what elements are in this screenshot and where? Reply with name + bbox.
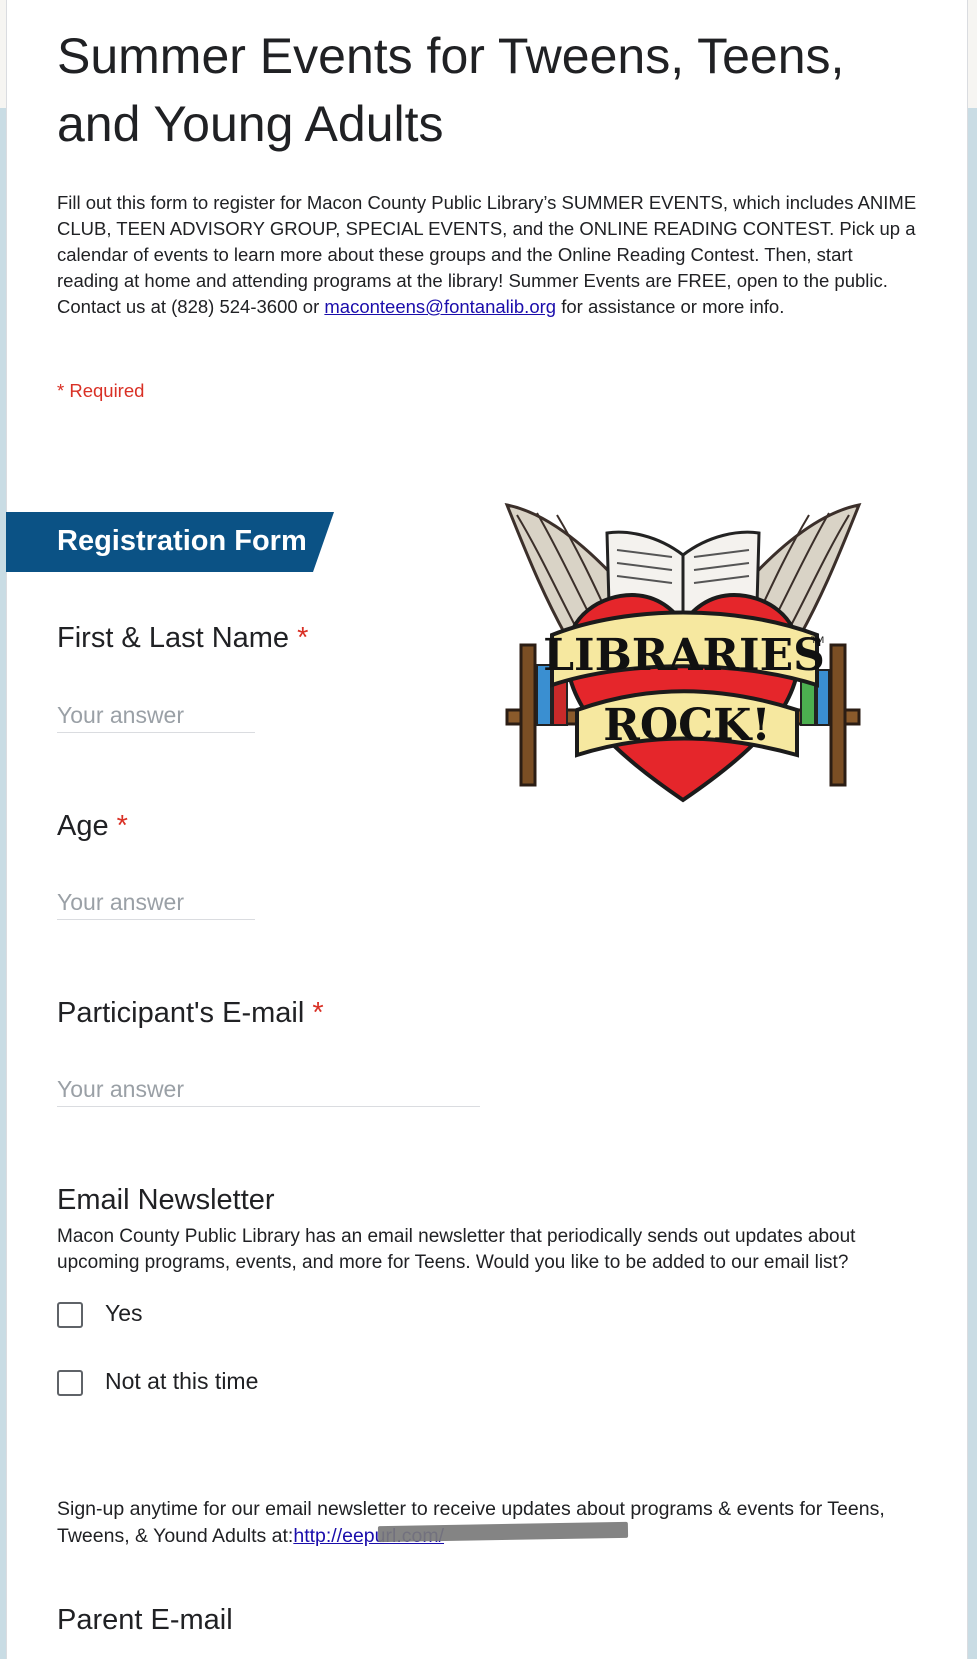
checkbox[interactable] — [57, 1302, 83, 1328]
form-title: Summer Events for Tweens, Teens, and You… — [57, 28, 845, 152]
description-text-end: for assistance or more info. — [556, 296, 785, 317]
required-star: * — [312, 997, 324, 1029]
question-parent-email-title: Parent E-mail — [57, 1604, 233, 1636]
age-input[interactable] — [57, 885, 255, 920]
question-newsletter-help: Macon County Public Library has an email… — [57, 1226, 856, 1273]
question-name-label: First & Last Name — [57, 622, 290, 654]
question-email-label: Participant's E-mail — [57, 997, 305, 1029]
option-label: Yes — [105, 1300, 143, 1326]
participant-email-input[interactable] — [57, 1072, 480, 1107]
section-title: Registration Form — [57, 525, 307, 557]
question-name-title: First & Last Name * — [57, 622, 308, 655]
required-note: * Required — [57, 380, 145, 401]
question-age-label: Age — [57, 810, 109, 842]
option-label: Not at this time — [105, 1368, 259, 1394]
newsletter-option-yes[interactable]: Yes — [57, 1300, 257, 1334]
required-star: * — [297, 622, 309, 654]
question-newsletter-title: Email Newsletter — [57, 1184, 275, 1216]
section-banner: Registration Form — [6, 512, 334, 572]
checkbox[interactable] — [57, 1370, 83, 1396]
libraries-rock-logo: LIBRARIES ROCK! TM — [497, 495, 869, 818]
form-description: Fill out this form to register for Macon… — [57, 190, 917, 320]
logo-trademark: TM — [810, 636, 824, 646]
required-star: * — [116, 810, 128, 842]
name-input[interactable] — [57, 698, 255, 733]
signup-note: Sign-up anytime for our email newsletter… — [57, 1496, 917, 1550]
logo-text-line1: LIBRARIES — [543, 630, 825, 681]
newsletter-option-not-now[interactable]: Not at this time — [57, 1368, 337, 1402]
question-age-title: Age * — [57, 810, 128, 843]
question-email-title: Participant's E-mail * — [57, 997, 324, 1030]
contact-email-link[interactable]: maconteens@fontanalib.org — [324, 296, 556, 317]
logo-text-line2: ROCK! — [603, 700, 770, 751]
